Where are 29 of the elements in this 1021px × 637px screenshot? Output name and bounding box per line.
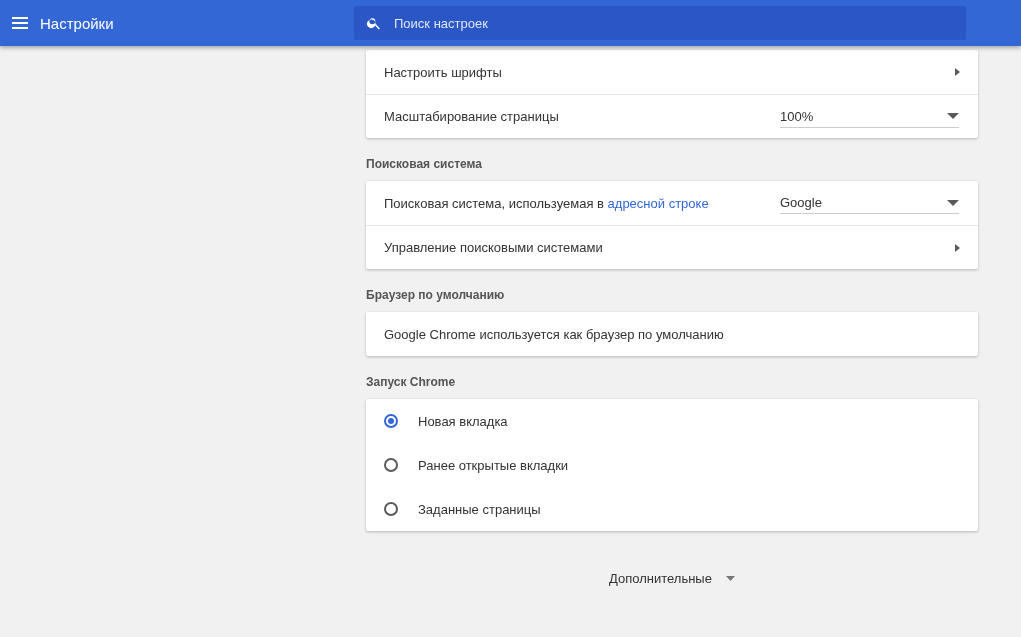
settings-row[interactable]: Настроить шрифты xyxy=(366,50,978,94)
caret-down-icon xyxy=(725,576,735,581)
radio-button[interactable] xyxy=(384,502,398,516)
setting-label: Ранее открытые вкладки xyxy=(418,457,570,473)
dropdown-arrow-icon xyxy=(947,113,959,119)
setting-label: Новая вкладка xyxy=(418,413,509,429)
radio-button[interactable] xyxy=(384,458,398,472)
radio-button[interactable] xyxy=(384,414,398,428)
setting-label: Google Chrome используется как браузер по умолчанию xyxy=(384,326,725,342)
arrow-right-icon xyxy=(955,68,960,76)
dropdown[interactable]: 100% xyxy=(780,105,959,128)
setting-label: Поисковая система, используемая в адресной строке xyxy=(384,195,710,211)
setting-label: Заданные страницы xyxy=(418,501,542,517)
setting-label: Масштабирование страницы xyxy=(384,109,560,124)
menu-icon[interactable] xyxy=(12,17,28,29)
section-heading: Поисковая система xyxy=(366,156,483,173)
arrow-right-icon xyxy=(955,243,960,252)
setting-label: Управление поисковыми системами xyxy=(384,240,604,255)
advanced-button[interactable]: Дополнительные xyxy=(605,567,739,590)
address-bar-link[interactable]: адресной строке xyxy=(607,195,709,211)
dropdown-arrow-icon xyxy=(947,199,959,206)
section-heading: Запуск Chrome xyxy=(366,374,457,391)
settings-row[interactable]: Управление поисковыми системами xyxy=(366,225,978,269)
dropdown[interactable]: Google xyxy=(780,192,959,214)
search-icon xyxy=(366,15,382,31)
section-heading: Браузер по умолчанию xyxy=(366,287,506,304)
page-title: Настройки xyxy=(40,14,115,32)
search-field[interactable]: Поиск настроек xyxy=(354,6,966,40)
setting-label: Настроить шрифты xyxy=(384,64,503,80)
